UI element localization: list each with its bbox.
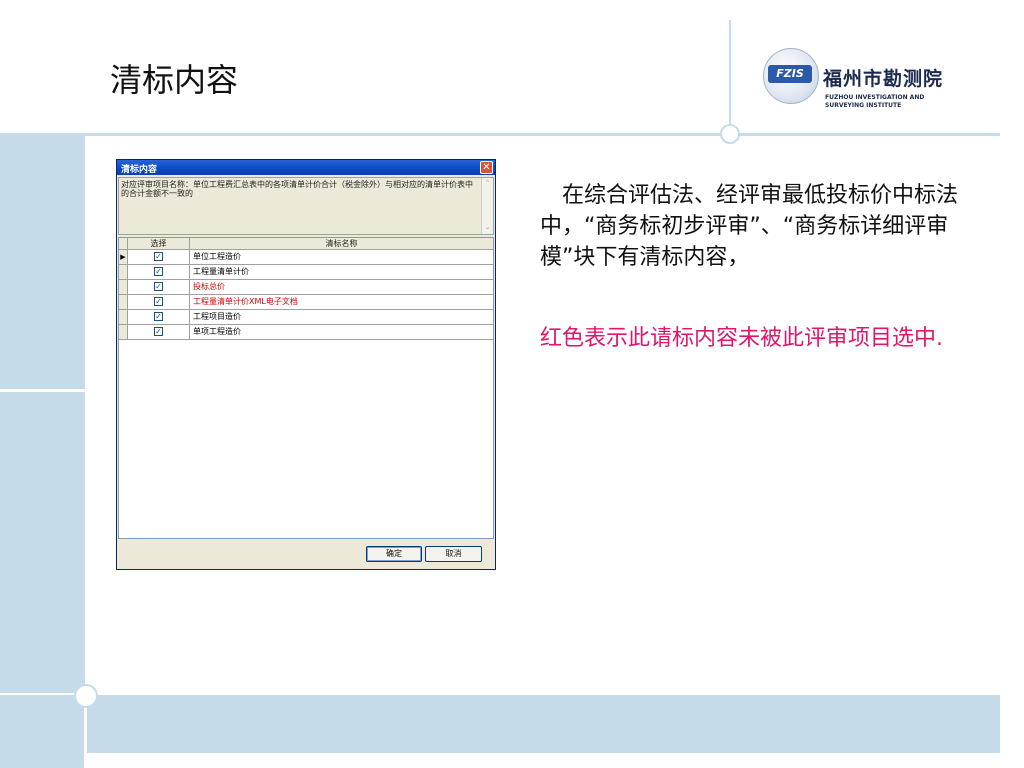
globe-logo-icon: FZIS: [763, 48, 819, 104]
clearing-items-grid: 选择 清标名称 ▶ ✓ 单位工程造价 ✓ 工程量清单计价 ✓ 投标总价 ✓ 工程量清单计价XML…: [118, 237, 494, 539]
institute-logo: FZIS 福州市勘测院 FUZHOU INVESTIGATION AND SUR…: [763, 48, 973, 118]
scroll-down-icon[interactable]: ⌄: [484, 224, 491, 231]
scroll-up-icon[interactable]: ⌃: [484, 180, 491, 187]
cancel-button[interactable]: 取消: [425, 546, 482, 562]
description-paragraph: 在综合评估法、经评审最低投标价中标法中，“商务标初步评审”、“商务标详细评审模”…: [540, 183, 959, 270]
description-scrollbar[interactable]: ⌃ ⌄: [481, 178, 493, 234]
grid-header: 选择 清标名称: [119, 238, 493, 250]
row-header[interactable]: [119, 295, 128, 309]
select-cell: ✓: [128, 265, 190, 279]
header-vertical-line: [729, 20, 731, 133]
select-cell: ✓: [128, 325, 190, 339]
left-band-divider: [0, 389, 85, 392]
clearing-item-name: 工程项目造价: [193, 312, 241, 321]
logo-badge-text: FZIS: [768, 65, 812, 83]
clearing-item-name: 工程量清单计价: [193, 267, 249, 276]
row-checkbox[interactable]: ✓: [154, 297, 163, 306]
row-header[interactable]: [119, 310, 128, 324]
decor-circle-bottom: [74, 684, 98, 708]
left-decor-band: [0, 133, 85, 693]
table-row[interactable]: ✓ 单项工程造价: [119, 325, 493, 340]
row-checkbox[interactable]: ✓: [154, 267, 163, 276]
column-header-select[interactable]: 选择: [128, 238, 190, 249]
dialog-titlebar[interactable]: 清标内容 ✕: [117, 160, 495, 175]
row-header[interactable]: [119, 325, 128, 339]
row-header[interactable]: [119, 280, 128, 294]
clearing-item-name: 投标总价: [193, 282, 225, 291]
table-row[interactable]: ▶ ✓ 单位工程造价: [119, 250, 493, 265]
table-row[interactable]: ✓ 投标总价: [119, 280, 493, 295]
table-row[interactable]: ✓ 工程项目造价: [119, 310, 493, 325]
decor-circle-top: [720, 124, 740, 144]
top-decor-line: [85, 133, 1000, 136]
logo-name-en-line1: FUZHOU INVESTIGATION AND: [825, 94, 925, 101]
row-checkbox[interactable]: ✓: [154, 282, 163, 291]
ok-button[interactable]: 确定: [366, 546, 422, 562]
bottom-left-decor-block: [0, 695, 85, 768]
description-text: 对应评审项目名称：单位工程费汇总表中的各项清单计价合计（税金除外）与相对应的清单…: [121, 180, 473, 198]
logo-name-en-line2: SURVEYING INSTITUTE: [825, 102, 902, 109]
table-row[interactable]: ✓ 工程量清单计价XML电子文档: [119, 295, 493, 310]
select-cell: ✓: [128, 295, 190, 309]
clearing-item-name: 单位工程造价: [193, 252, 241, 261]
column-header-name[interactable]: 清标名称: [190, 238, 493, 249]
row-header-corner: [119, 238, 128, 249]
bottom-decor-band: [0, 695, 1000, 753]
clearing-item-name: 工程量清单计价XML电子文档: [193, 297, 298, 306]
red-note-paragraph: 红色表示此请标内容未被此评审项目选中.: [540, 326, 943, 351]
row-checkbox[interactable]: ✓: [154, 252, 163, 261]
dialog-footer: 确定 取消: [117, 540, 495, 569]
row-header[interactable]: [119, 265, 128, 279]
current-row-arrow-icon[interactable]: ▶: [119, 250, 128, 264]
select-cell: ✓: [128, 310, 190, 324]
description-textarea[interactable]: 对应评审项目名称：单位工程费汇总表中的各项清单计价合计（税金除外）与相对应的清单…: [118, 177, 494, 235]
dialog-title: 清标内容: [121, 165, 158, 175]
slide-title: 清标内容: [110, 61, 239, 99]
row-checkbox[interactable]: ✓: [154, 327, 163, 336]
select-cell: ✓: [128, 280, 190, 294]
logo-name-cn: 福州市勘测院: [823, 68, 944, 90]
select-cell: ✓: [128, 250, 190, 264]
close-icon[interactable]: ✕: [480, 161, 493, 174]
clearing-content-dialog: 清标内容 ✕ 对应评审项目名称：单位工程费汇总表中的各项清单计价合计（税金除外）…: [116, 159, 496, 570]
row-checkbox[interactable]: ✓: [154, 312, 163, 321]
table-row[interactable]: ✓ 工程量清单计价: [119, 265, 493, 280]
clearing-item-name: 单项工程造价: [193, 327, 241, 336]
